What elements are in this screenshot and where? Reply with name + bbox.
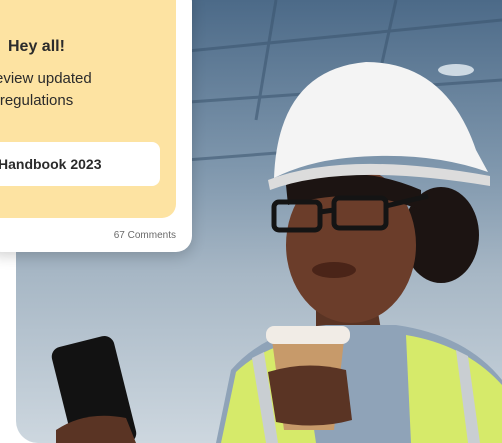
post-content: Hey all! review updated ty regulations H… [0, 0, 176, 218]
cup-hand [268, 365, 352, 426]
comments-count[interactable]: 67 Comments [114, 230, 176, 241]
hard-hat [274, 62, 488, 178]
post-card[interactable]: Hey all! review updated ty regulations H… [0, 0, 192, 252]
post-body: review updated ty regulations [0, 68, 176, 112]
post-greeting: Hey all! [8, 38, 65, 55]
lips [312, 262, 356, 278]
attachment-link[interactable]: Handbook 2023 [0, 142, 160, 186]
safety-vest-right [406, 335, 502, 443]
coffee-cup-lid [266, 326, 350, 344]
post-body-line: review updated [0, 70, 92, 87]
post-body-line: ty regulations [0, 92, 74, 109]
